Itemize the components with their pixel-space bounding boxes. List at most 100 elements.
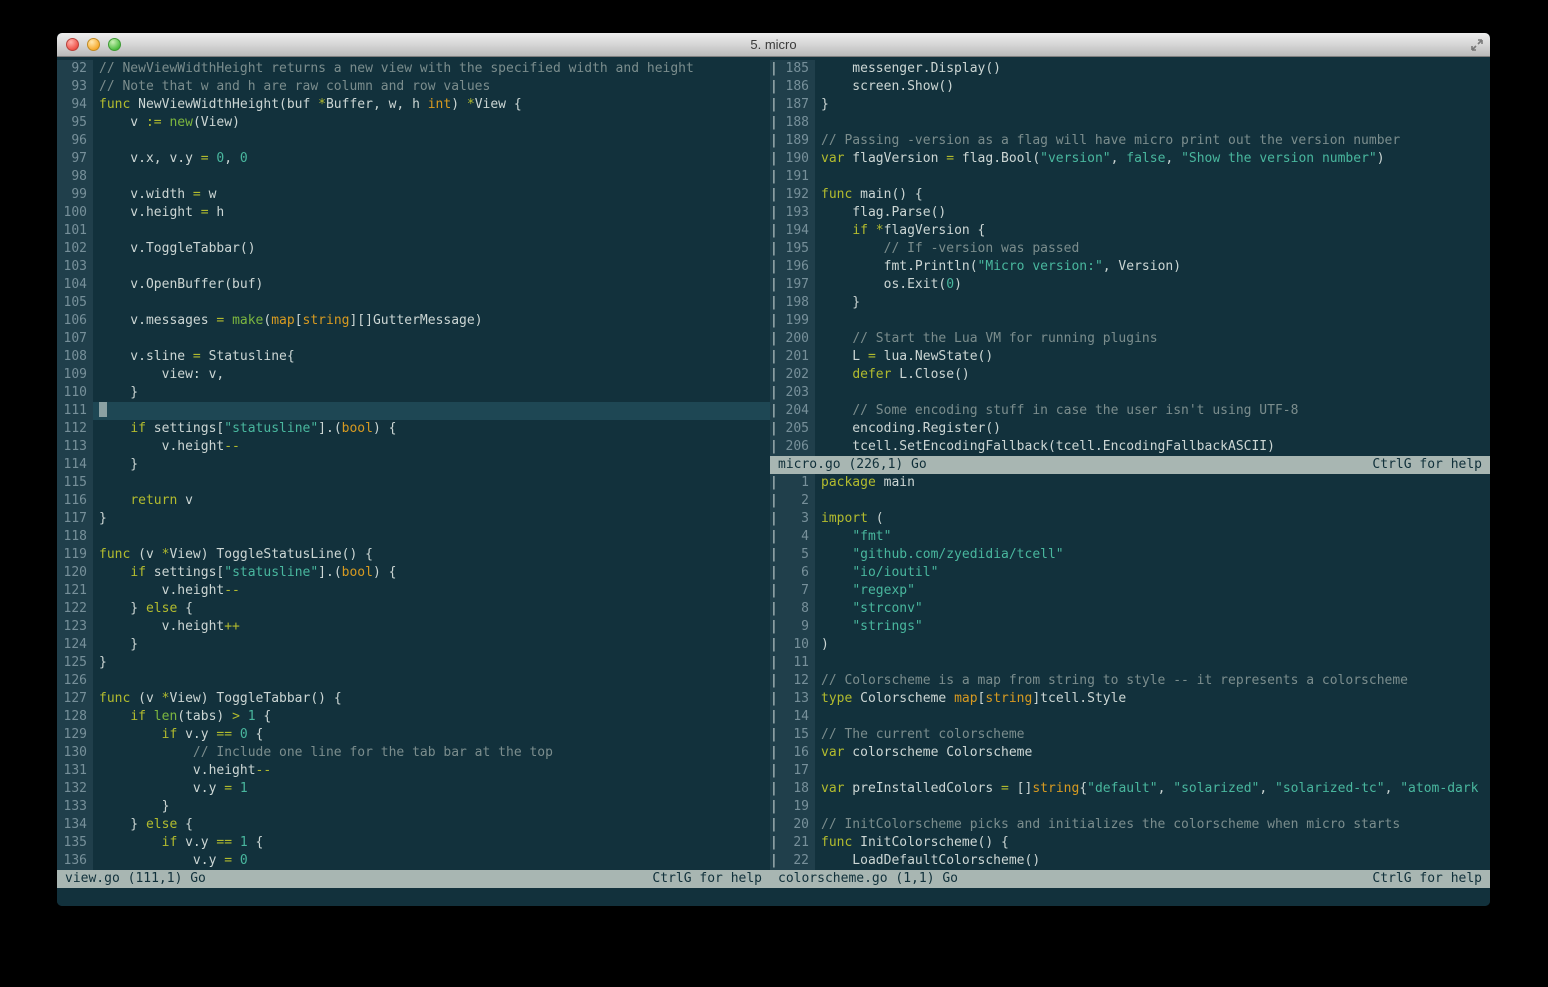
code-line[interactable]: |8 "strconv" (770, 600, 1490, 618)
code-line[interactable]: 104 v.OpenBuffer(buf) (57, 276, 770, 294)
code-line[interactable]: 109 view: v, (57, 366, 770, 384)
code-line[interactable]: |19 (770, 798, 1490, 816)
code-line[interactable]: 92// NewViewWidthHeight returns a new vi… (57, 60, 770, 78)
code-line[interactable]: |204 // Some encoding stuff in case the … (770, 402, 1490, 420)
line-number: 120 (57, 564, 93, 582)
code-line[interactable]: 113 v.height-- (57, 438, 770, 456)
code-line[interactable]: |7 "regexp" (770, 582, 1490, 600)
code-line[interactable]: 97 v.x, v.y = 0, 0 (57, 150, 770, 168)
code-line[interactable]: 122 } else { (57, 600, 770, 618)
code-line[interactable]: 135 if v.y == 1 { (57, 834, 770, 852)
code-line[interactable]: 120 if settings["statusline"].(bool) { (57, 564, 770, 582)
code-line[interactable]: 118 (57, 528, 770, 546)
code-text: import ( (815, 510, 1490, 528)
code-line[interactable]: 103 (57, 258, 770, 276)
code-line[interactable]: |197 os.Exit(0) (770, 276, 1490, 294)
titlebar[interactable]: 5. micro (57, 33, 1490, 57)
code-line[interactable]: |199 (770, 312, 1490, 330)
code-line[interactable]: |200 // Start the Lua VM for running plu… (770, 330, 1490, 348)
code-line[interactable]: |202 defer L.Close() (770, 366, 1490, 384)
code-line[interactable]: |9 "strings" (770, 618, 1490, 636)
code-line[interactable]: |192func main() { (770, 186, 1490, 204)
resize-icon[interactable] (1470, 38, 1484, 52)
code-line[interactable]: |188 (770, 114, 1490, 132)
code-line[interactable]: |11 (770, 654, 1490, 672)
code-line[interactable]: |12// Colorscheme is a map from string t… (770, 672, 1490, 690)
code-line[interactable]: 116 return v (57, 492, 770, 510)
code-line[interactable]: |16var colorscheme Colorscheme (770, 744, 1490, 762)
code-line[interactable]: 134 } else { (57, 816, 770, 834)
code-line[interactable]: |198 } (770, 294, 1490, 312)
code-line[interactable]: 117} (57, 510, 770, 528)
code-line[interactable]: 110 } (57, 384, 770, 402)
code-line[interactable]: 100 v.height = h (57, 204, 770, 222)
code-line[interactable]: 101 (57, 222, 770, 240)
code-line[interactable]: |22 LoadDefaultColorscheme() (770, 852, 1490, 870)
code-line[interactable]: 115 (57, 474, 770, 492)
pane-bottom_right-code[interactable]: |1package main|2|3import (|4 "fmt"|5 "gi… (770, 474, 1490, 870)
code-line[interactable]: |18var preInstalledColors = []string{"de… (770, 780, 1490, 798)
code-line[interactable]: |191 (770, 168, 1490, 186)
code-line[interactable]: 106 v.messages = make(map[string][]Gutte… (57, 312, 770, 330)
code-line[interactable]: |3import ( (770, 510, 1490, 528)
code-line[interactable]: 133 } (57, 798, 770, 816)
code-line[interactable]: |4 "fmt" (770, 528, 1490, 546)
code-line[interactable]: 136 v.y = 0 (57, 852, 770, 870)
code-line[interactable]: |205 encoding.Register() (770, 420, 1490, 438)
code-line[interactable]: 119func (v *View) ToggleStatusLine() { (57, 546, 770, 564)
code-line[interactable]: 105 (57, 294, 770, 312)
code-line[interactable]: 99 v.width = w (57, 186, 770, 204)
code-line[interactable]: 102 v.ToggleTabbar() (57, 240, 770, 258)
code-line[interactable]: |206 tcell.SetEncodingFallback(tcell.Enc… (770, 438, 1490, 456)
code-line[interactable]: 128 if len(tabs) > 1 { (57, 708, 770, 726)
code-line[interactable]: |21func InitColorscheme() { (770, 834, 1490, 852)
code-line[interactable]: |15// The current colorscheme (770, 726, 1490, 744)
code-line[interactable]: |14 (770, 708, 1490, 726)
code-line[interactable]: 108 v.sline = Statusline{ (57, 348, 770, 366)
code-line[interactable]: |1package main (770, 474, 1490, 492)
code-line[interactable]: |190var flagVersion = flag.Bool("version… (770, 150, 1490, 168)
code-line[interactable]: 125} (57, 654, 770, 672)
code-line[interactable]: 98 (57, 168, 770, 186)
code-line[interactable]: 94func NewViewWidthHeight(buf *Buffer, w… (57, 96, 770, 114)
code-line[interactable]: 126 (57, 672, 770, 690)
code-line[interactable]: 127func (v *View) ToggleTabbar() { (57, 690, 770, 708)
code-line[interactable]: |196 fmt.Println("Micro version:", Versi… (770, 258, 1490, 276)
code-line[interactable]: |189// Passing -version as a flag will h… (770, 132, 1490, 150)
code-line[interactable]: |187} (770, 96, 1490, 114)
code-line[interactable]: 111 (57, 402, 770, 420)
code-line[interactable]: 124 } (57, 636, 770, 654)
code-line[interactable]: 129 if v.y == 0 { (57, 726, 770, 744)
code-line[interactable]: 107 (57, 330, 770, 348)
code-line[interactable]: |2 (770, 492, 1490, 510)
code-line[interactable]: 93// Note that w and h are raw column an… (57, 78, 770, 96)
code-line[interactable]: 95 v := new(View) (57, 114, 770, 132)
code-line[interactable]: |13type Colorscheme map[string]tcell.Sty… (770, 690, 1490, 708)
code-line[interactable]: |201 L = lua.NewState() (770, 348, 1490, 366)
code-line[interactable]: |185 messenger.Display() (770, 60, 1490, 78)
code-line[interactable]: |194 if *flagVersion { (770, 222, 1490, 240)
pane-divider: | (770, 708, 779, 726)
code-line[interactable]: |203 (770, 384, 1490, 402)
window-title: 5. micro (57, 33, 1490, 56)
code-line[interactable]: 121 v.height-- (57, 582, 770, 600)
code-text: } (93, 384, 770, 402)
code-line[interactable]: 123 v.height++ (57, 618, 770, 636)
code-line[interactable]: |10) (770, 636, 1490, 654)
code-line[interactable]: |6 "io/ioutil" (770, 564, 1490, 582)
code-line[interactable]: |195 // If -version was passed (770, 240, 1490, 258)
code-line[interactable]: 132 v.y = 1 (57, 780, 770, 798)
code-line[interactable]: |193 flag.Parse() (770, 204, 1490, 222)
code-line[interactable]: |5 "github.com/zyedidia/tcell" (770, 546, 1490, 564)
code-line[interactable]: |20// InitColorscheme picks and initiali… (770, 816, 1490, 834)
code-line[interactable]: 131 v.height-- (57, 762, 770, 780)
code-line[interactable]: 112 if settings["statusline"].(bool) { (57, 420, 770, 438)
pane-top_right-code[interactable]: |185 messenger.Display()|186 screen.Show… (770, 57, 1490, 456)
code-line[interactable]: |17 (770, 762, 1490, 780)
code-line[interactable]: 114 } (57, 456, 770, 474)
code-line[interactable]: 96 (57, 132, 770, 150)
pane-left-code[interactable]: 92// NewViewWidthHeight returns a new vi… (57, 57, 770, 870)
statusbar-micro-go: micro.go (226,1) Go CtrlG for help (770, 456, 1490, 474)
code-line[interactable]: |186 screen.Show() (770, 78, 1490, 96)
code-line[interactable]: 130 // Include one line for the tab bar … (57, 744, 770, 762)
